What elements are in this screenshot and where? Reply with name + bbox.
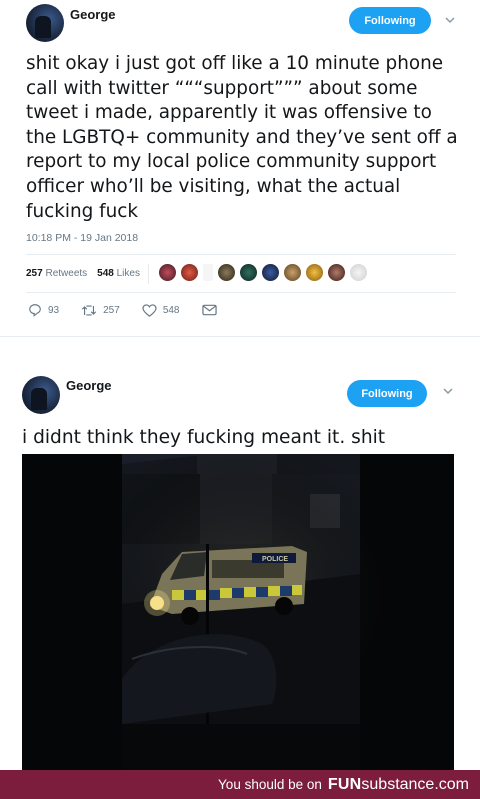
reply-count: 93: [48, 304, 60, 316]
engagement-stats: 257 Retweets 548 Likes: [26, 268, 140, 279]
like-count: 548: [162, 304, 180, 316]
chevron-down-icon[interactable]: [441, 384, 455, 398]
following-button[interactable]: Following: [349, 7, 431, 34]
liker-avatar[interactable]: [239, 263, 258, 282]
reply-icon: [29, 304, 41, 317]
watermark-banner: You should be on FUN substance.com: [0, 770, 480, 799]
liker-avatar[interactable]: [158, 263, 177, 282]
liker-avatar[interactable]: [283, 263, 302, 282]
brand-logo-rest[interactable]: substance.com: [361, 776, 469, 794]
separator: [0, 336, 480, 364]
retweet-count: 257: [103, 304, 120, 316]
liker-avatar[interactable]: [349, 263, 368, 282]
retweets-label: Retweets: [45, 268, 88, 279]
brand-logo-bold[interactable]: FUN: [328, 776, 361, 794]
divider: [26, 292, 456, 293]
liker-avatar[interactable]: [217, 263, 236, 282]
avatar[interactable]: [22, 376, 60, 414]
tweet-text: i didnt think they fucking meant it. shi…: [22, 427, 386, 448]
likes-stat[interactable]: 548 Likes: [97, 268, 140, 279]
retweets-stat[interactable]: 257 Retweets: [26, 268, 87, 279]
stat-separator: [148, 264, 149, 284]
like-button[interactable]: 548: [142, 303, 180, 317]
liker-avatar[interactable]: [180, 263, 199, 282]
liker-avatar[interactable]: [261, 263, 280, 282]
retweets-count: 257: [26, 268, 43, 279]
author-name[interactable]: George: [66, 378, 112, 393]
retweet-button[interactable]: 257: [81, 304, 120, 317]
chevron-down-icon[interactable]: [443, 13, 457, 27]
retweet-icon: [82, 304, 97, 316]
following-button[interactable]: Following: [347, 380, 427, 407]
divider: [26, 254, 456, 255]
watermark-prefix: You should be on: [218, 777, 322, 792]
message-button[interactable]: [201, 304, 217, 316]
envelope-icon: [201, 304, 217, 316]
timestamp[interactable]: 10:18 PM - 19 Jan 2018: [26, 232, 138, 244]
tweet-actions: 93 257 548: [28, 303, 239, 317]
reply-button[interactable]: 93: [28, 303, 59, 317]
likes-count: 548: [97, 268, 114, 279]
liker-avatars: [158, 263, 368, 282]
liker-avatar[interactable]: [305, 263, 324, 282]
tweet-2: George Following i didnt think they fuck…: [0, 364, 480, 770]
liker-avatar[interactable]: [327, 263, 346, 282]
avatar[interactable]: [26, 4, 64, 42]
liker-avatar[interactable]: [202, 263, 214, 282]
tweet-1: George Following shit okay i just got of…: [0, 0, 480, 336]
likes-label: Likes: [116, 268, 140, 279]
video-player[interactable]: POLICE: [22, 454, 454, 770]
video-frame: POLICE: [22, 454, 454, 770]
heart-icon: [142, 303, 157, 317]
tweet-text: shit okay i just got off like a 10 minut…: [26, 53, 458, 222]
police-label: POLICE: [262, 556, 288, 563]
author-name[interactable]: George: [70, 7, 116, 22]
